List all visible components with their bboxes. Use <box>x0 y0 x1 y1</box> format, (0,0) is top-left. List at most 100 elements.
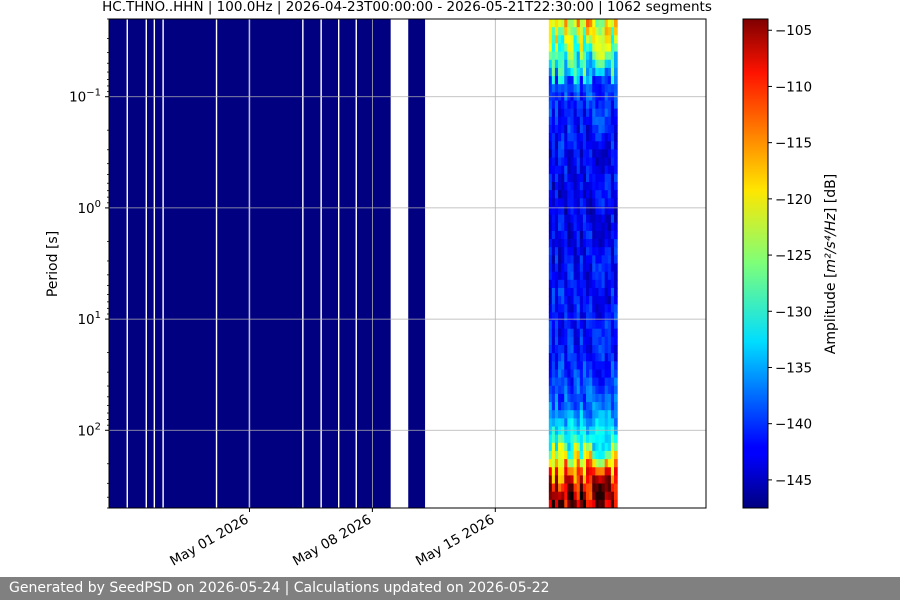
spectrogram-cell <box>613 328 618 338</box>
y-tick-label: 100 <box>77 199 101 217</box>
spectrogram-cell <box>613 239 618 248</box>
spectrogram-cell <box>613 157 618 167</box>
spectrogram-cell <box>613 198 618 208</box>
y-tick-base: 10 <box>77 312 94 328</box>
x-axis-ticks: May 01 2026 May 08 2026 May 15 2026 <box>167 508 497 569</box>
spectrogram-cell <box>613 51 618 61</box>
y-tick-label: 101 <box>77 310 101 328</box>
y-tick-base: 10 <box>77 201 94 217</box>
y-tick-label: 102 <box>77 421 101 439</box>
y-tick-exponent: 1 <box>95 310 101 321</box>
blank-segment-line <box>302 19 304 508</box>
y-tick-exponent: 2 <box>95 421 101 432</box>
y-axis-label: Period [s] <box>45 231 61 297</box>
colorbar-tick-label: −115 <box>775 136 812 152</box>
spectrogram-cell <box>613 133 618 142</box>
colorbar-tick-label: −125 <box>775 248 812 264</box>
spectrogram-cell <box>613 336 618 346</box>
blank-segment-line <box>153 19 156 508</box>
blank-segment-line <box>126 19 128 508</box>
spectrogram-cell <box>613 116 618 126</box>
low-level-background <box>109 19 426 508</box>
spectrogram-cell <box>613 141 618 150</box>
y-tick-base: 10 <box>69 90 86 106</box>
spectrogram-cell <box>613 279 618 289</box>
y-tick-exponent: −1 <box>86 88 101 99</box>
colorbar-label-suffix: ] [dB] <box>823 174 839 213</box>
footer-text: Generated by SeedPSD on 2026-05-24 | Cal… <box>9 580 550 596</box>
spectrogram-cell <box>613 475 618 485</box>
spectrogram-cell <box>613 190 618 199</box>
spectrogram-cell <box>613 312 618 322</box>
spectrogram-cell <box>613 402 618 411</box>
colorbar-tick-label: −135 <box>775 360 812 376</box>
spectrogram-cell <box>613 100 618 110</box>
colorbar-tick-label: −140 <box>775 417 812 433</box>
spectrogram-cell <box>613 222 618 232</box>
plot-area <box>109 19 706 508</box>
spectrogram-cell <box>613 76 618 85</box>
spectrogram-cell <box>613 59 618 69</box>
spectrogram-cell <box>613 345 618 354</box>
spectrogram-cell <box>613 361 618 371</box>
y-tick-label: 10−1 <box>69 88 101 106</box>
active-spectrogram-segments <box>548 19 618 508</box>
spectrogram-cell <box>613 124 618 134</box>
spectrogram-cell <box>613 247 618 256</box>
spectrogram-cell <box>613 19 618 28</box>
x-tick-label: May 01 2026 <box>167 512 251 570</box>
spectrogram-cell <box>613 450 618 460</box>
colorbar-label: Amplitude [m²/s⁴/Hz] [dB] <box>823 174 839 354</box>
data-gap <box>390 19 409 508</box>
spectrogram-cell <box>613 67 618 77</box>
spectrogram-cell <box>613 263 618 273</box>
spectrogram-cell <box>613 230 618 240</box>
spectrogram-cell <box>613 483 618 493</box>
spectrogram-cell <box>613 393 618 403</box>
y-axis-ticks: 10−1100101102 <box>69 18 109 509</box>
footer-bar: Generated by SeedPSD on 2026-05-24 | Cal… <box>0 577 900 600</box>
spectrogram-cell <box>613 418 618 428</box>
colorbar-label-prefix: Amplitude [ <box>823 273 839 355</box>
psd-spectrogram-chart: HC.THNO..HHN | 100.0Hz | 2026-04-23T00:0… <box>45 0 839 569</box>
data-gap <box>532 19 549 508</box>
blank-segment-line <box>355 19 357 508</box>
spectrogram-cell <box>613 182 618 191</box>
blank-segment-line <box>320 19 322 508</box>
spectrogram-cell <box>613 467 618 476</box>
spectrogram-cell <box>613 434 618 444</box>
spectrogram-cell <box>613 173 618 183</box>
data-gap <box>445 19 461 508</box>
spectrogram-cell <box>613 385 618 395</box>
spectrogram-cell <box>613 369 618 379</box>
colorbar-ticks: −105 −110 −115 −120 −125 −130 −135 −140 −145 <box>768 23 812 489</box>
spectrogram-cell <box>613 214 618 224</box>
spectrogram-cell <box>613 43 618 53</box>
colorbar-tick-label: −130 <box>775 304 812 320</box>
spectrogram-cell <box>613 491 618 501</box>
spectrogram-cell <box>613 377 618 387</box>
y-tick-exponent: 0 <box>95 199 101 210</box>
spectrogram-cell <box>613 459 618 468</box>
colorbar-tick-label: −120 <box>775 192 812 208</box>
colorbar-tick-label: −145 <box>775 473 812 489</box>
colorbar <box>742 18 769 509</box>
colorbar-label-unit: m²/s⁴/Hz <box>823 212 839 272</box>
chart-title: HC.THNO..HHN | 100.0Hz | 2026-04-23T00:0… <box>102 0 712 15</box>
spectrogram-cell <box>613 35 618 45</box>
y-tick-base: 10 <box>77 423 94 439</box>
spectrogram-cell <box>613 304 618 313</box>
data-gap <box>478 19 532 508</box>
spectrogram-cell <box>613 296 618 305</box>
spectrogram-cell <box>613 27 618 36</box>
blank-segment-line <box>145 19 147 508</box>
spectrogram-cell <box>613 499 618 508</box>
colorbar-tick-label: −105 <box>775 23 812 39</box>
blank-segment-line <box>162 19 164 508</box>
spectrogram-cell <box>613 84 618 93</box>
low-level-block <box>109 19 426 508</box>
blank-segment-line <box>337 19 340 508</box>
spectrogram-cell <box>613 320 618 330</box>
colorbar-tick-label: −110 <box>775 79 812 95</box>
spectrogram-cell <box>613 165 618 175</box>
